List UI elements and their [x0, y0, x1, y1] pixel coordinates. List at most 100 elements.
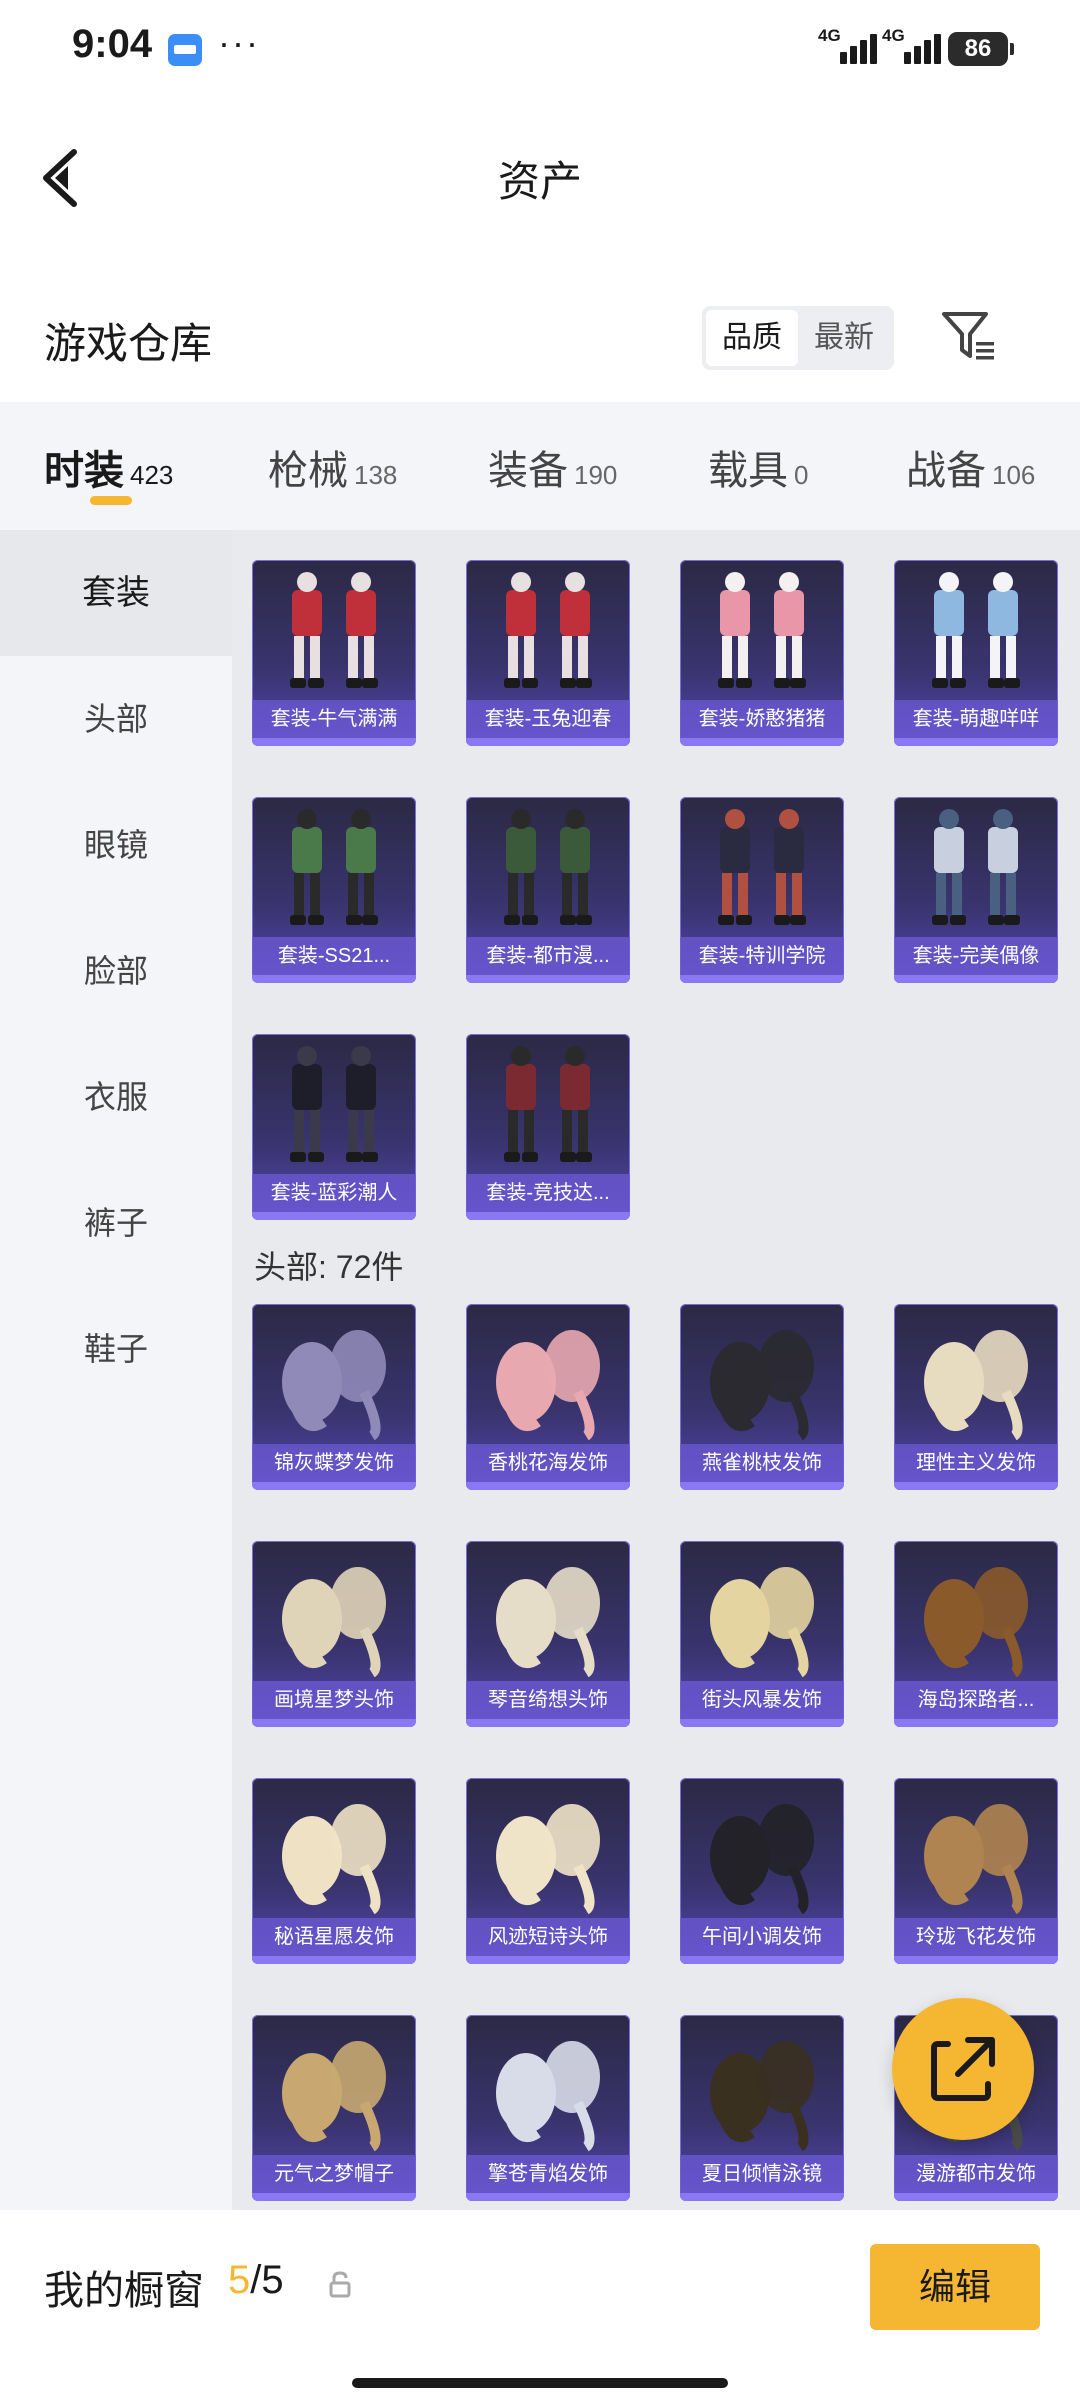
- suit-name: 套装-牛气满满: [252, 700, 416, 738]
- showcase-total: /5: [250, 2258, 284, 2302]
- head-item-card[interactable]: 擎苍青焰发饰: [466, 2015, 630, 2201]
- page-title: 资产: [497, 158, 582, 205]
- status-bar: 9:04 ··· 4G 4G 86: [0, 0, 1080, 100]
- hair-accessory-icon: [924, 1330, 1028, 1441]
- head-item-name: 香桃花海发饰: [466, 1444, 630, 1482]
- head-item-name: 元气之梦帽子: [252, 2155, 416, 2193]
- hair-accessory-icon: [496, 1330, 600, 1441]
- head-item-card[interactable]: 理性主义发饰: [894, 1304, 1058, 1490]
- dark-outfit-icon: [290, 1046, 378, 1162]
- head-item-name: 锦灰蝶梦发饰: [252, 1444, 416, 1482]
- card-rarity-strip: [680, 738, 844, 746]
- tab-count: 423: [130, 460, 174, 490]
- battery-icon: 86: [948, 32, 1014, 66]
- head-item-card[interactable]: 玲珑飞花发饰: [894, 1778, 1058, 1964]
- sidebar-item-suits[interactable]: 套装: [0, 530, 232, 656]
- hair-accessory-icon: [924, 1567, 1028, 1678]
- sidebar-item-clothes[interactable]: 衣服: [0, 1034, 232, 1160]
- suit-card[interactable]: 套装-竞技达...: [466, 1034, 630, 1220]
- sidebar-item-glasses[interactable]: 眼镜: [0, 782, 232, 908]
- network-type-1: 4G: [818, 26, 841, 45]
- head-item-card[interactable]: 琴音绮想头饰: [466, 1541, 630, 1727]
- suit-name: 套装-特训学院: [680, 937, 844, 975]
- tab-supplies[interactable]: 战备 106: [906, 438, 1035, 496]
- head-item-card[interactable]: 午间小调发饰: [680, 1778, 844, 1964]
- warehouse-title: 游戏仓库: [44, 320, 213, 367]
- edit-button[interactable]: 编辑: [870, 2244, 1040, 2330]
- lock-icon: [329, 2271, 351, 2298]
- jacket-outfit-icon: [504, 809, 592, 925]
- card-rarity-strip: [252, 1719, 416, 1727]
- head-item-card[interactable]: 秘语星愿发饰: [252, 1778, 416, 1964]
- card-rarity-strip: [894, 1719, 1058, 1727]
- hair-accessory-icon: [924, 1804, 1028, 1915]
- head-item-card[interactable]: 风迹短诗头饰: [466, 1778, 630, 1964]
- showcase-bar: 我的橱窗 5/5 编辑: [0, 2210, 1080, 2400]
- green-outfit-icon: [290, 809, 378, 925]
- hair-accessory-icon: [710, 1804, 814, 1915]
- card-rarity-strip: [466, 1212, 630, 1220]
- sidebar-item-head[interactable]: 头部: [0, 656, 232, 782]
- hair-accessory-icon: [496, 1567, 600, 1678]
- tab-vehicles[interactable]: 载具 0: [708, 438, 808, 496]
- showcase-label: 我的橱窗: [44, 2269, 204, 2313]
- tab-count: 106: [992, 460, 1036, 490]
- head-item-card[interactable]: 元气之梦帽子: [252, 2015, 416, 2201]
- suit-card[interactable]: 套装-娇憨猪猪: [680, 560, 844, 746]
- head-section-header: 头部: 72件: [254, 1249, 404, 1285]
- red-jacket-outfit-icon: [504, 1046, 592, 1162]
- card-rarity-strip: [466, 1482, 630, 1490]
- suit-name: 套装-蓝彩潮人: [252, 1174, 416, 1212]
- hair-accessory-icon: [282, 1330, 386, 1441]
- hair-accessory-icon: [282, 2041, 386, 2152]
- head-item-card[interactable]: 海岛探路者...: [894, 1541, 1058, 1727]
- tab-label: 载具: [708, 449, 788, 493]
- more-notifications-icon: ···: [218, 22, 260, 63]
- suit-card[interactable]: 套装-蓝彩潮人: [252, 1034, 416, 1220]
- sidebar-item-shoes[interactable]: 鞋子: [0, 1286, 232, 1412]
- head-item-card[interactable]: 燕雀桃枝发饰: [680, 1304, 844, 1490]
- sidebar-item-pants[interactable]: 裤子: [0, 1160, 232, 1286]
- tab-equipment[interactable]: 装备 190: [488, 438, 617, 496]
- head-item-name: 漫游都市发饰: [894, 2155, 1058, 2193]
- card-rarity-strip: [894, 1956, 1058, 1964]
- card-rarity-strip: [680, 1482, 844, 1490]
- active-tab-indicator: [90, 496, 132, 505]
- head-item-card[interactable]: 香桃花海发饰: [466, 1304, 630, 1490]
- head-item-card[interactable]: 锦灰蝶梦发饰: [252, 1304, 416, 1490]
- suit-card[interactable]: 套装-特训学院: [680, 797, 844, 983]
- hair-accessory-icon: [710, 1567, 814, 1678]
- head-item-card[interactable]: 夏日倾情泳镜: [680, 2015, 844, 2201]
- card-rarity-strip: [466, 738, 630, 746]
- card-rarity-strip: [466, 975, 630, 983]
- card-rarity-strip: [252, 1956, 416, 1964]
- sort-quality-button[interactable]: 品质: [706, 310, 798, 366]
- sidebar-item-face[interactable]: 脸部: [0, 908, 232, 1034]
- card-rarity-strip: [894, 1482, 1058, 1490]
- head-item-card[interactable]: 画境星梦头饰: [252, 1541, 416, 1727]
- share-button[interactable]: [892, 1998, 1034, 2140]
- tab-fashion[interactable]: 时装 423: [44, 438, 173, 496]
- suit-name: 套装-SS21...: [252, 937, 416, 975]
- tab-firearms[interactable]: 枪械 138: [268, 438, 397, 496]
- sort-toggle: 品质 最新: [702, 306, 894, 370]
- suit-card[interactable]: 套装-完美偶像: [894, 797, 1058, 983]
- suit-card[interactable]: 套装-玉兔迎春: [466, 560, 630, 746]
- suit-card[interactable]: 套装-牛气满满: [252, 560, 416, 746]
- filter-icon[interactable]: [940, 308, 1000, 366]
- tab-label: 时装: [44, 449, 124, 493]
- head-item-name: 夏日倾情泳镜: [680, 2155, 844, 2193]
- network-type-2: 4G: [882, 26, 905, 45]
- showcase-used: 5: [228, 2258, 251, 2302]
- red-outfit-icon: [290, 572, 378, 688]
- sort-latest-button[interactable]: 最新: [798, 310, 890, 366]
- hair-accessory-icon: [710, 2041, 814, 2152]
- suit-card[interactable]: 套装-都市漫...: [466, 797, 630, 983]
- head-item-card[interactable]: 街头风暴发饰: [680, 1541, 844, 1727]
- suit-card[interactable]: 套装-萌趣咩咩: [894, 560, 1058, 746]
- suit-name: 套装-竞技达...: [466, 1174, 630, 1212]
- signal-icon-1: 4G: [818, 26, 882, 68]
- sidebar: 套装 头部 眼镜 脸部 衣服 裤子 鞋子: [0, 530, 232, 2210]
- suit-card[interactable]: 套装-SS21...: [252, 797, 416, 983]
- card-rarity-strip: [466, 1719, 630, 1727]
